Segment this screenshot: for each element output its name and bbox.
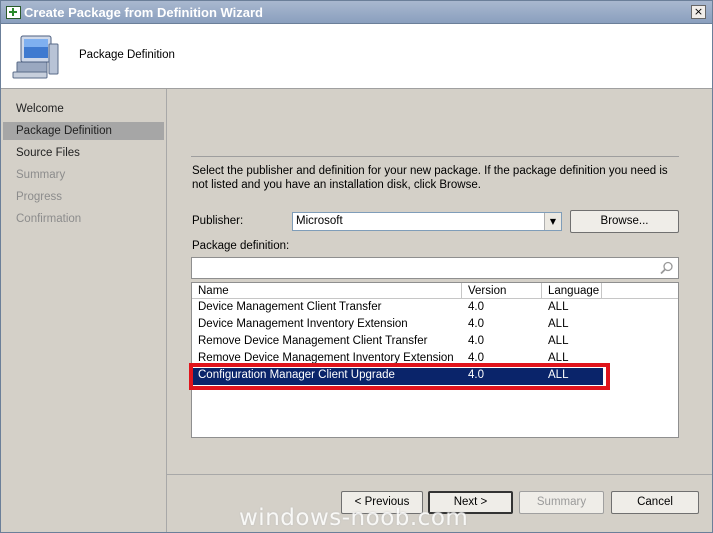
publisher-label: Publisher: [192, 215, 244, 227]
nav-step-welcome[interactable]: Welcome [3, 100, 164, 118]
row-version: 4.0 [468, 335, 484, 347]
row-language: ALL [548, 301, 569, 313]
footer-divider [167, 474, 712, 475]
content-divider [191, 156, 679, 157]
column-header-language[interactable]: Language [542, 283, 602, 299]
annotation-highlight-box [189, 363, 610, 390]
window-title: Create Package from Definition Wizard [24, 5, 263, 20]
computer-monitor-icon [12, 35, 59, 79]
package-definition-label: Package definition: [192, 240, 290, 252]
wizard-app-icon [6, 6, 21, 19]
row-version: 4.0 [468, 318, 484, 330]
table-row[interactable]: Device Management Inventory Extension 4.… [192, 317, 678, 334]
cancel-button[interactable]: Cancel [611, 491, 699, 514]
title-bar[interactable]: Create Package from Definition Wizard × [1, 1, 712, 24]
chevron-down-icon[interactable]: ▼ [544, 213, 561, 230]
wizard-window: Create Package from Definition Wizard × … [0, 0, 713, 533]
row-language: ALL [548, 335, 569, 347]
summary-button: Summary [519, 491, 604, 514]
package-definition-list[interactable]: Name Version Language Device Management … [191, 282, 679, 438]
close-button[interactable]: × [691, 5, 706, 19]
column-header-version[interactable]: Version [462, 283, 542, 299]
wizard-steps-nav: Welcome Package Definition Source Files … [3, 89, 167, 532]
row-name: Remove Device Management Client Transfer [198, 335, 428, 347]
row-name: Device Management Client Transfer [198, 301, 382, 313]
nav-step-source-files[interactable]: Source Files [3, 144, 164, 162]
publisher-dropdown[interactable]: Microsoft ▼ [292, 212, 562, 231]
row-version: 4.0 [468, 301, 484, 313]
nav-step-progress: Progress [16, 191, 63, 203]
watermark: windows-noob.com [239, 505, 469, 531]
nav-step-confirmation: Confirmation [16, 213, 82, 225]
browse-button[interactable]: Browse... [570, 210, 679, 233]
page-title: Package Definition [79, 49, 175, 61]
instructions-text: Select the publisher and definition for … [192, 165, 668, 191]
column-header-filler [602, 283, 678, 299]
column-header-name[interactable]: Name [192, 283, 462, 299]
row-language: ALL [548, 318, 569, 330]
nav-step-package-definition[interactable]: Package Definition [3, 122, 164, 140]
definition-search-input[interactable] [191, 257, 679, 279]
row-name: Device Management Inventory Extension [198, 318, 408, 330]
nav-step-summary: Summary [16, 169, 66, 181]
table-row[interactable]: Device Management Client Transfer 4.0 AL… [192, 300, 678, 317]
table-row[interactable]: Remove Device Management Client Transfer… [192, 334, 678, 351]
publisher-value: Microsoft [296, 215, 343, 227]
wizard-header: Package Definition [1, 24, 712, 89]
main-content: Select the publisher and definition for … [167, 89, 712, 474]
search-icon[interactable] [660, 261, 674, 275]
